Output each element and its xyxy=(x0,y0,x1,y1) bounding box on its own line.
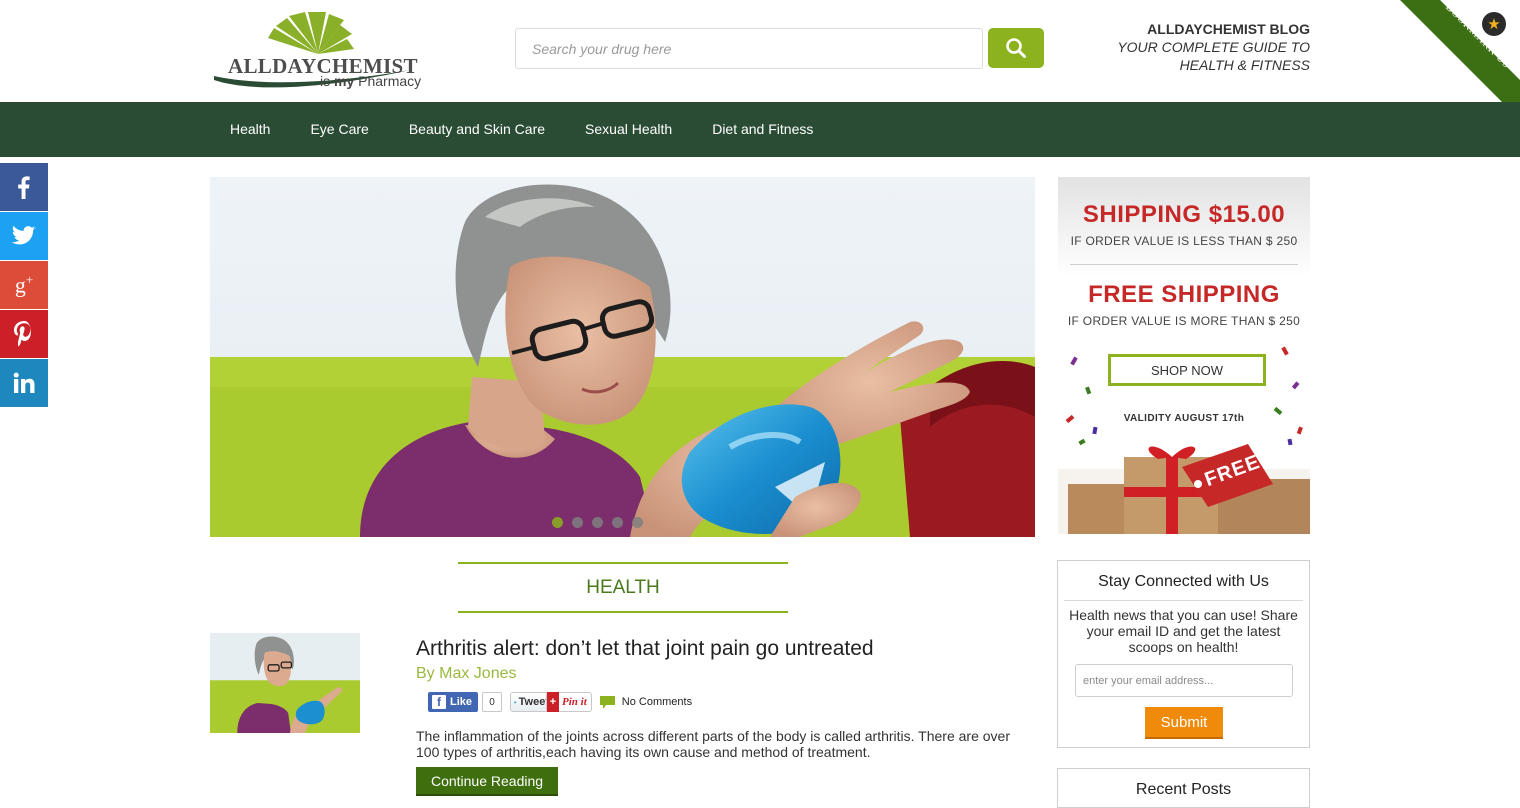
search-icon xyxy=(1006,38,1026,58)
post-title[interactable]: Arthritis alert: don’t let that joint pa… xyxy=(416,637,874,661)
shop-now-button[interactable]: SHOP NOW xyxy=(1108,354,1266,386)
blog-subtitle-line1: YOUR COMPLETE GUIDE TO xyxy=(1117,39,1310,55)
category-heading: HEALTH xyxy=(458,562,788,613)
plus-icon: + xyxy=(547,692,560,712)
comments-label: No Comments xyxy=(621,696,693,708)
social-share-bar: g+ xyxy=(0,163,48,407)
slider-dot-4[interactable] xyxy=(612,517,623,528)
recent-posts-widget: Recent Posts xyxy=(1057,768,1310,808)
ad-free-condition: IF ORDER VALUE IS MORE THAN $ 250 xyxy=(1067,314,1301,328)
comments-link[interactable]: No Comments xyxy=(599,695,693,709)
newsletter-submit-button[interactable]: Submit xyxy=(1145,707,1223,739)
newsletter-description: Health news that you can use! Share your… xyxy=(1069,607,1298,655)
recent-posts-title: Recent Posts xyxy=(1135,781,1232,798)
blog-title-block: ALLDAYCHEMIST BLOG YOUR COMPLETE GUIDE T… xyxy=(1117,20,1310,74)
newsletter-widget: Stay Connected with Us Health news that … xyxy=(1057,560,1310,748)
tweet-label: Tweet xyxy=(518,696,550,708)
comment-icon xyxy=(599,695,615,709)
site-logo[interactable]: ALLDAYCHEMIST is my Pharmacy xyxy=(210,8,435,96)
star-icon[interactable]: ★ xyxy=(1482,12,1506,36)
main-navigation: Health Eye Care Beauty and Skin Care Sex… xyxy=(0,102,1520,157)
search-button[interactable] xyxy=(988,28,1044,68)
shipping-promo-banner[interactable]: SHIPPING $15.00 IF ORDER VALUE IS LESS T… xyxy=(1058,177,1310,534)
search-input[interactable] xyxy=(516,29,982,68)
slider-dot-3[interactable] xyxy=(592,517,603,528)
facebook-like-button[interactable]: f Like xyxy=(428,692,479,712)
blog-title: ALLDAYCHEMIST BLOG xyxy=(1147,21,1310,37)
nav-list: Health Eye Care Beauty and Skin Care Sex… xyxy=(210,102,833,157)
post-share-row: f Like 0 Tweet + Pin it No Comments xyxy=(428,692,692,712)
slider-dot-2[interactable] xyxy=(572,517,583,528)
ad-validity: VALIDITY AUGUST 17th xyxy=(1123,413,1245,424)
facebook-icon xyxy=(18,176,30,199)
logo-tagline: is my Pharmacy xyxy=(320,73,421,89)
ad-shipping-condition: IF ORDER VALUE IS LESS THAN $ 250 xyxy=(1070,234,1298,248)
twitter-share-button[interactable] xyxy=(0,212,48,260)
gift-boxes-graphic xyxy=(1058,444,1310,534)
facebook-like-count: 0 xyxy=(482,692,503,712)
facebook-like-label: Like xyxy=(450,696,473,708)
nav-item-health[interactable]: Health xyxy=(210,102,290,157)
nav-item-eye-care[interactable]: Eye Care xyxy=(290,102,388,157)
confetti-graphic xyxy=(1065,346,1303,446)
pinterest-icon xyxy=(14,321,31,347)
logo-tagline-pre: is xyxy=(320,73,331,89)
google-plus-share-button[interactable]: g+ xyxy=(0,261,48,309)
ad-divider xyxy=(1070,264,1298,265)
post-thumbnail-image xyxy=(210,633,360,733)
continue-reading-button[interactable]: Continue Reading xyxy=(416,767,558,796)
google-plus-icon: g+ xyxy=(14,271,34,298)
search-box xyxy=(515,28,983,69)
logo-tagline-post: Pharmacy xyxy=(358,73,422,89)
newsletter-title: Stay Connected with Us xyxy=(1098,573,1269,590)
slider-dots xyxy=(552,517,643,528)
ad-free-headline: FREE SHIPPING xyxy=(1088,281,1280,308)
logo-tagline-bold: my xyxy=(334,73,355,89)
slider-dot-1[interactable] xyxy=(552,517,563,528)
nav-item-sexual-health[interactable]: Sexual Health xyxy=(565,102,692,157)
linkedin-share-button[interactable] xyxy=(0,359,48,407)
tweet-button[interactable]: Tweet xyxy=(510,692,551,712)
slider-dot-5[interactable] xyxy=(632,517,643,528)
pin-it-button[interactable]: + Pin it xyxy=(546,692,592,712)
hero-slider[interactable] xyxy=(210,177,1035,537)
hero-image xyxy=(210,177,1035,537)
twitter-icon xyxy=(12,225,36,245)
post-excerpt: The inflammation of the joints across di… xyxy=(416,728,1010,760)
newsletter-email-input[interactable] xyxy=(1075,664,1293,697)
pinterest-share-button[interactable] xyxy=(0,310,48,358)
blog-subtitle-line2: HEALTH & FITNESS xyxy=(1179,57,1310,73)
ad-shipping-headline: SHIPPING $15.00 xyxy=(1082,201,1286,228)
twitter-icon xyxy=(514,700,517,703)
nav-item-diet-fitness[interactable]: Diet and Fitness xyxy=(692,102,833,157)
facebook-share-button[interactable] xyxy=(0,163,48,211)
pin-it-label: Pin it xyxy=(562,696,587,708)
newsletter-divider xyxy=(1064,600,1303,601)
linkedin-icon xyxy=(13,372,35,393)
facebook-icon: f xyxy=(432,695,446,709)
nav-item-beauty-skin-care[interactable]: Beauty and Skin Care xyxy=(389,102,565,157)
post-thumbnail[interactable] xyxy=(210,633,360,733)
post-author[interactable]: By Max Jones xyxy=(416,665,516,683)
